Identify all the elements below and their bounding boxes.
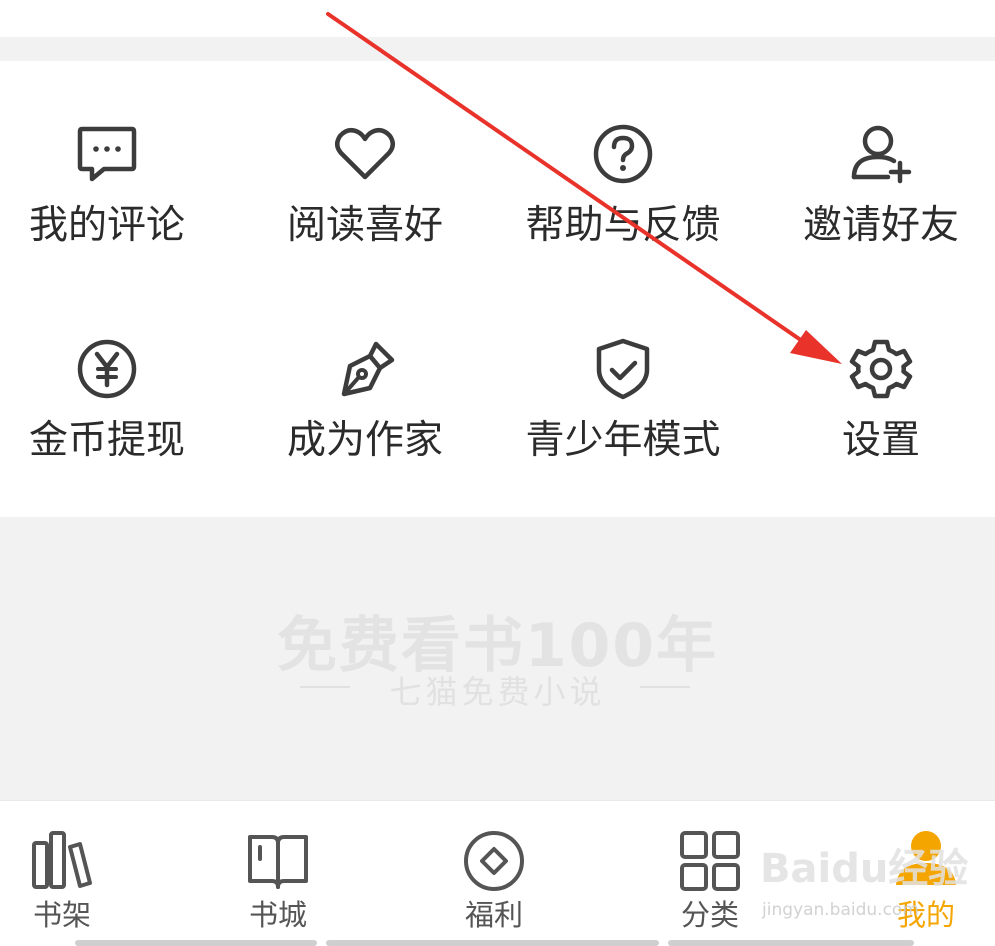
tab-welfare[interactable]: 福利: [414, 801, 574, 946]
pen-nib-icon: [332, 336, 398, 402]
menu-item-settings[interactable]: 设置: [771, 336, 991, 486]
menu-item-reading-preferences[interactable]: 阅读喜好: [255, 121, 475, 271]
shield-check-icon: [590, 336, 656, 402]
book-icon: [246, 829, 310, 893]
tab-label: 福利: [464, 898, 523, 932]
scroll-indicator: [75, 940, 317, 946]
gear-icon: [848, 336, 914, 402]
menu-item-label: 青少年模式: [525, 418, 721, 463]
grid-icon: [678, 829, 742, 893]
menu-item-label: 设置: [841, 418, 920, 463]
coin-yen-icon: [74, 336, 140, 402]
promo-subtitle: 七猫免费小说: [389, 673, 606, 711]
diamond-coin-icon: [462, 829, 526, 893]
comment-icon: [74, 121, 140, 187]
tab-label: 书城: [248, 898, 307, 932]
menu-item-label: 成为作家: [286, 418, 443, 463]
promo-divider-right: [640, 686, 690, 688]
tab-bookshelf[interactable]: 书架: [0, 801, 142, 946]
baidu-watermark: Baidu经验 jingyan.baidu.com: [760, 836, 995, 946]
watermark-text: Baidu经验: [760, 846, 969, 892]
menu-item-coin-withdrawal[interactable]: 金币提现: [0, 336, 217, 486]
menu-grid: 我的评论 阅读喜好 帮助与反馈 邀请好友 金币提现 成为作家 青少年模式 设置: [0, 61, 995, 517]
help-icon: [590, 121, 656, 187]
menu-item-become-writer[interactable]: 成为作家: [255, 336, 475, 486]
menu-item-help-feedback[interactable]: 帮助与反馈: [513, 121, 733, 271]
menu-item-label: 我的评论: [28, 203, 185, 248]
promo-banner: 免费看书100年 七猫免费小说: [0, 517, 995, 800]
bookshelf-icon: [30, 829, 94, 893]
tab-label: 书架: [32, 898, 91, 932]
menu-card: 我的评论 阅读喜好 帮助与反馈 邀请好友 金币提现 成为作家 青少年模式 设置: [0, 61, 995, 517]
menu-item-my-comments[interactable]: 我的评论: [0, 121, 217, 271]
menu-item-invite-friends[interactable]: 邀请好友: [771, 121, 991, 271]
menu-item-label: 邀请好友: [802, 203, 959, 248]
menu-item-label: 金币提现: [28, 418, 185, 463]
menu-item-label: 帮助与反馈: [525, 203, 721, 248]
menu-item-teen-mode[interactable]: 青少年模式: [513, 336, 733, 486]
add-user-icon: [848, 121, 914, 187]
top-strip: [0, 0, 995, 37]
scroll-indicator: [326, 940, 659, 946]
heart-icon: [332, 121, 398, 187]
menu-item-label: 阅读喜好: [286, 203, 443, 248]
tab-bookstore[interactable]: 书城: [198, 801, 358, 946]
watermark-url: jingyan.baidu.com: [762, 900, 919, 920]
